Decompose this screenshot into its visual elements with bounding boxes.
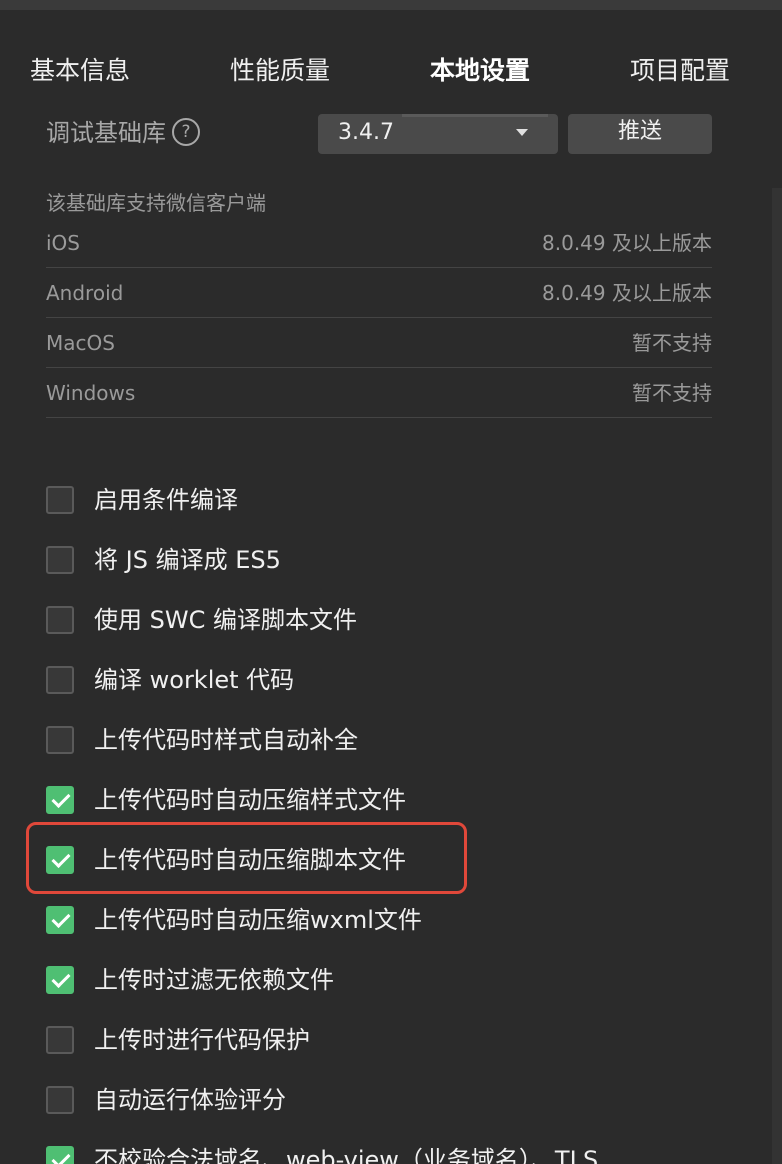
option-label: 编译 worklet 代码 (94, 666, 295, 694)
option-label: 上传代码时自动压缩样式文件 (94, 786, 406, 814)
checkbox[interactable] (46, 966, 74, 994)
option-label: 启用条件编译 (94, 486, 238, 514)
support-caption: 该基础库支持微信客户端 (46, 191, 266, 215)
support-value: 暂不支持 (632, 381, 712, 405)
tab-basic-info[interactable]: 基本信息 (30, 48, 130, 94)
top-divider (0, 0, 782, 10)
support-value: 8.0.49 及以上版本 (542, 281, 712, 305)
option-label: 不校验合法域名、web-view（业务域名）、TLS (94, 1146, 599, 1164)
lib-version-value: 3.4.7 (338, 120, 394, 145)
platform-name: Windows (46, 381, 136, 405)
option-filter-unused-files[interactable]: 上传时过滤无依赖文件 (46, 950, 746, 1010)
checkbox[interactable] (46, 846, 74, 874)
option-label: 上传时过滤无依赖文件 (94, 966, 334, 994)
option-label: 上传代码时样式自动补全 (94, 726, 358, 754)
option-label: 上传代码时自动压缩wxml文件 (94, 906, 422, 934)
platform-name: MacOS (46, 331, 115, 355)
support-row-ios: iOS 8.0.49 及以上版本 (46, 218, 712, 268)
option-conditional-compile[interactable]: 启用条件编译 (46, 470, 746, 530)
platform-name: Android (46, 281, 124, 305)
scrollbar[interactable] (772, 188, 782, 1164)
option-js-to-es5[interactable]: 将 JS 编译成 ES5 (46, 530, 746, 590)
option-minify-style[interactable]: 上传代码时自动压缩样式文件 (46, 770, 746, 830)
select-top-line (402, 114, 548, 117)
option-skip-domain-check[interactable]: 不校验合法域名、web-view（业务域名）、TLS (46, 1130, 746, 1164)
tab-project-config[interactable]: 项目配置 (630, 48, 730, 94)
checkbox[interactable] (46, 1086, 74, 1114)
option-label: 将 JS 编译成 ES5 (94, 546, 281, 574)
checkbox[interactable] (46, 786, 74, 814)
debug-lib-label: 调试基础库 (46, 119, 166, 147)
option-label: 上传时进行代码保护 (94, 1026, 310, 1054)
option-style-autocomplete[interactable]: 上传代码时样式自动补全 (46, 710, 746, 770)
tab-bar: 基本信息 性能质量 本地设置 项目配置 (0, 48, 782, 94)
support-value: 8.0.49 及以上版本 (542, 231, 712, 255)
option-minify-wxml[interactable]: 上传代码时自动压缩wxml文件 (46, 890, 746, 950)
checkbox[interactable] (46, 1146, 74, 1164)
compile-options-list: 启用条件编译 将 JS 编译成 ES5 使用 SWC 编译脚本文件 编译 wor… (46, 470, 746, 1164)
support-row-macos: MacOS 暂不支持 (46, 318, 712, 368)
settings-panel: 基本信息 性能质量 本地设置 项目配置 调试基础库? 3.4.7 推送 该基础库… (0, 0, 782, 1164)
tab-performance-quality[interactable]: 性能质量 (230, 48, 330, 94)
checkbox[interactable] (46, 666, 74, 694)
platform-name: iOS (46, 231, 80, 255)
lib-version-select[interactable]: 3.4.7 (318, 114, 558, 154)
checkbox[interactable] (46, 606, 74, 634)
help-icon[interactable]: ? (172, 118, 200, 146)
checkbox[interactable] (46, 486, 74, 514)
support-row-windows: Windows 暂不支持 (46, 368, 712, 418)
push-button[interactable]: 推送 (568, 114, 712, 154)
debug-lib-row: 调试基础库? (46, 112, 200, 154)
option-label: 使用 SWC 编译脚本文件 (94, 606, 357, 634)
option-worklet-compile[interactable]: 编译 worklet 代码 (46, 650, 746, 710)
support-table: iOS 8.0.49 及以上版本 Android 8.0.49 及以上版本 Ma… (46, 218, 712, 418)
checkbox[interactable] (46, 546, 74, 574)
support-row-android: Android 8.0.49 及以上版本 (46, 268, 712, 318)
tab-local-settings[interactable]: 本地设置 (430, 48, 530, 94)
support-value: 暂不支持 (632, 331, 712, 355)
checkbox[interactable] (46, 1026, 74, 1054)
option-code-protection[interactable]: 上传时进行代码保护 (46, 1010, 746, 1070)
option-swc-compile[interactable]: 使用 SWC 编译脚本文件 (46, 590, 746, 650)
checkbox[interactable] (46, 906, 74, 934)
checkbox[interactable] (46, 726, 74, 754)
option-auto-audit[interactable]: 自动运行体验评分 (46, 1070, 746, 1130)
option-label: 上传代码时自动压缩脚本文件 (94, 846, 406, 874)
option-label: 自动运行体验评分 (94, 1086, 286, 1114)
option-minify-script[interactable]: 上传代码时自动压缩脚本文件 (46, 830, 746, 890)
chevron-down-icon (516, 129, 528, 136)
